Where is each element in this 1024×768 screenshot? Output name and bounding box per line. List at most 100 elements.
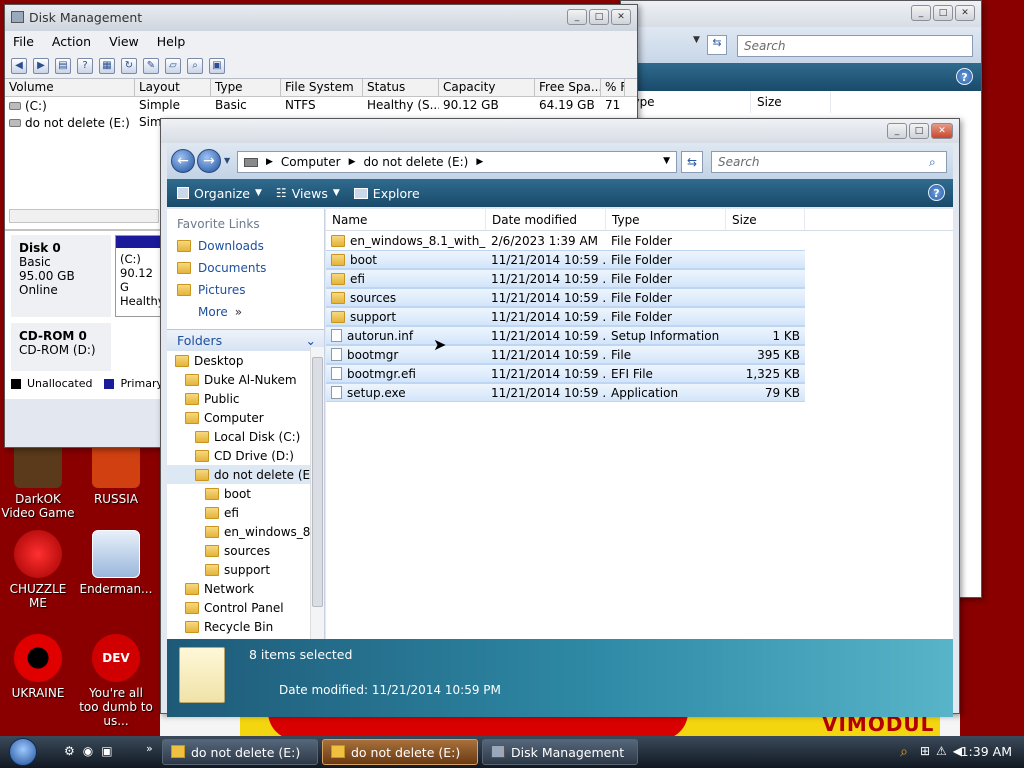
desktop-icon-chuzzle[interactable]: CHUZZLE ME <box>0 530 76 610</box>
tree-item[interactable]: boot <box>167 484 324 503</box>
tree-scrollbar[interactable] <box>310 347 324 639</box>
col-capacity[interactable]: Capacity <box>439 79 535 96</box>
tree-item[interactable]: Control Panel <box>167 598 324 617</box>
col-date-modified[interactable]: Date modified <box>486 209 606 230</box>
disk-management-icon <box>11 11 24 23</box>
tree-item[interactable]: Public <box>167 389 324 408</box>
tree-item[interactable]: CD Drive (D:) <box>167 446 324 465</box>
tree-item[interactable]: Desktop <box>167 351 324 370</box>
search-icon[interactable]: ⌕ <box>900 744 908 760</box>
close-button[interactable]: ✕ <box>611 9 631 25</box>
refresh-icon[interactable]: ↻ <box>121 57 137 74</box>
file-row[interactable]: setup.exe 11/21/2014 10:59 ... Application… <box>326 383 805 402</box>
favorite-link-more[interactable]: More» <box>167 301 324 323</box>
rescan-icon[interactable]: ▣ <box>209 57 225 74</box>
folder-tree: Desktop Duke Al-Nukem Public Computer Local … <box>167 351 324 636</box>
tree-item[interactable]: support <box>167 560 324 579</box>
file-row[interactable]: efi 11/21/2014 10:59 ... File Folder <box>326 269 805 288</box>
menu-action[interactable]: Action <box>52 34 91 50</box>
file-row[interactable]: support 11/21/2014 10:59 ... File Folder <box>326 307 805 326</box>
partition-c[interactable]: (C:) 90.12 G Healthy <box>115 235 165 317</box>
quick-launch-overflow[interactable]: » <box>146 742 153 755</box>
settings-icon[interactable]: ✎ <box>143 57 159 74</box>
quick-launch[interactable]: ⚙◉▣ <box>64 744 121 758</box>
maximize-button[interactable]: □ <box>589 9 609 25</box>
file-row[interactable]: bootmgr.efi 11/21/2014 10:59 ... EFI File 1… <box>326 364 805 383</box>
tree-item[interactable]: efi <box>167 503 324 522</box>
tree-item[interactable]: Local Disk (C:) <box>167 427 324 446</box>
menu-view[interactable]: View <box>109 34 139 50</box>
back-icon[interactable]: ◀ <box>11 57 27 74</box>
search-icon[interactable]: ⌕ <box>187 57 203 74</box>
desktop-icon-darkok[interactable]: DarkOK Video Game <box>0 440 76 520</box>
favorite-link-documents[interactable]: Documents <box>167 257 324 279</box>
favorite-link-downloads[interactable]: Downloads <box>167 235 324 257</box>
file-row[interactable]: boot 11/21/2014 10:59 ... File Folder <box>326 250 805 269</box>
properties-icon[interactable]: ▦ <box>99 57 115 74</box>
help-icon[interactable]: ? <box>956 68 973 85</box>
forward-icon[interactable]: ▶ <box>33 57 49 74</box>
desktop-icon-enderman[interactable]: Enderman... <box>78 530 154 596</box>
favorite-link-pictures[interactable]: Pictures <box>167 279 324 301</box>
bg-col-size[interactable]: Size <box>751 91 831 113</box>
clock[interactable]: 1:39 AM <box>961 744 1012 759</box>
file-icon <box>331 367 342 380</box>
file-row[interactable]: autorun.inf 11/21/2014 10:59 ... Setup Inf… <box>326 326 805 345</box>
menu-help[interactable]: Help <box>157 34 186 50</box>
col-status[interactable]: Status <box>363 79 439 96</box>
tree-item[interactable]: en_windows_8.1_ <box>167 522 324 541</box>
menu-file[interactable]: File <box>13 34 34 50</box>
col-type[interactable]: Type <box>211 79 281 96</box>
desktop-icon-dev[interactable]: DEV You're all too dumb to us... <box>78 634 154 728</box>
tree-item[interactable]: sources <box>167 541 324 560</box>
close-button[interactable]: ✕ <box>955 5 975 21</box>
file-row[interactable]: bootmgr 11/21/2014 10:59 ... File 395 KB <box>326 345 805 364</box>
bg-col-type[interactable]: Type <box>621 91 751 113</box>
cdrom0-label[interactable]: CD-ROM 0 CD-ROM (D:) <box>11 323 111 371</box>
maximize-button[interactable]: □ <box>933 5 953 21</box>
minimize-button[interactable]: _ <box>911 5 931 21</box>
tree-item[interactable]: Network <box>167 579 324 598</box>
folders-header[interactable]: Folders ⌄ <box>167 329 324 351</box>
folder-icon <box>331 253 345 266</box>
taskbar-button-disk-management[interactable]: Disk Management <box>482 739 638 765</box>
horizontal-scrollbar[interactable] <box>9 209 159 223</box>
taskbar-button-explorer-1[interactable]: do not delete (E:) <box>162 739 318 765</box>
refresh-icon[interactable]: ⇆ <box>707 35 727 55</box>
windows-logo-icon <box>9 738 37 766</box>
tree-item[interactable]: do not delete (E:) <box>167 465 324 484</box>
console-icon[interactable]: ▤ <box>55 57 71 74</box>
col-percent[interactable]: % F <box>601 79 625 96</box>
open-icon[interactable]: ▱ <box>165 57 181 74</box>
volume-row[interactable]: (C:) Simple Basic NTFS Healthy (S... 90.… <box>5 97 637 114</box>
date-modified-detail: Date modified: 11/21/2014 10:59 PM <box>279 683 501 697</box>
start-button[interactable] <box>0 736 46 768</box>
folder-icon <box>177 240 191 252</box>
unallocated-swatch <box>11 378 21 389</box>
tree-item[interactable]: Duke Al-Nukem <box>167 370 324 389</box>
desktop-icon-ukraine[interactable]: UKRAINE <box>0 634 76 700</box>
bg-search-input[interactable]: Search <box>737 35 973 57</box>
help-icon[interactable]: ? <box>77 57 93 74</box>
navigation-pane: Favorite Links Downloads Documents Pictu… <box>167 209 325 639</box>
tree-item[interactable]: Computer <box>167 408 324 427</box>
explorer-window[interactable]: _ □ ✕ ← → ▼ ▶ Computer ▶ do not delete (… <box>160 118 960 717</box>
desktop-icon-russia[interactable]: RUSSIA <box>78 440 154 506</box>
col-name[interactable]: Name <box>326 209 486 230</box>
file-row[interactable]: en_windows_8.1_with_... 2/6/2023 1:39 AM F… <box>326 231 953 250</box>
col-filesystem[interactable]: File System <box>281 79 363 96</box>
file-row[interactable]: sources 11/21/2014 10:59 ... File Folder <box>326 288 805 307</box>
taskbar-button-explorer-2[interactable]: do not delete (E:) <box>322 739 478 765</box>
col-volume[interactable]: Volume <box>5 79 135 96</box>
folder-icon <box>185 601 199 614</box>
col-type[interactable]: Type <box>606 209 726 230</box>
folder-icon <box>171 745 185 758</box>
col-free[interactable]: Free Spa... <box>535 79 601 96</box>
col-layout[interactable]: Layout <box>135 79 211 96</box>
minimize-button[interactable]: _ <box>567 9 587 25</box>
col-size[interactable]: Size <box>726 209 805 230</box>
tree-item[interactable]: Recycle Bin <box>167 617 324 636</box>
chevron-down-icon[interactable]: ▼ <box>693 35 703 45</box>
disk0-label[interactable]: Disk 0 Basic 95.00 GB Online <box>11 235 111 317</box>
folder-icon <box>185 411 199 424</box>
